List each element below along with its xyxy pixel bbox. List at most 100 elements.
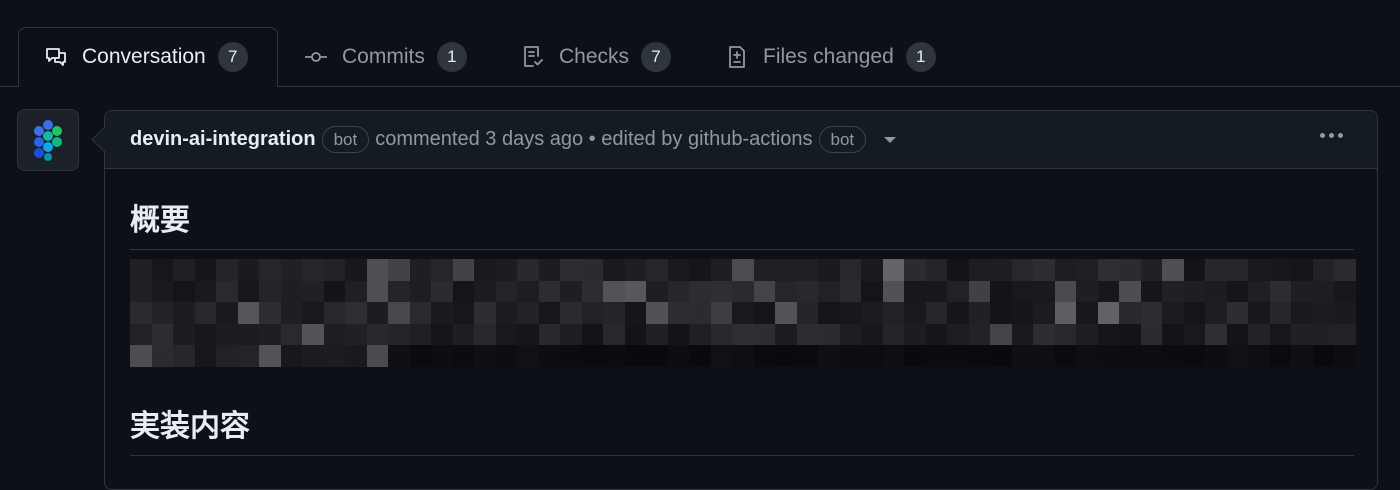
redacted-pixel	[1334, 259, 1356, 281]
redacted-pixel	[689, 302, 711, 324]
tab-counter: 1	[436, 42, 467, 72]
redacted-pixel	[452, 323, 475, 346]
redacted-pixel	[646, 302, 668, 324]
redacted-pixel	[1140, 302, 1163, 324]
redacted-pixel	[1291, 302, 1313, 324]
redacted-pixel	[1248, 302, 1270, 324]
redacted-pixel	[968, 302, 991, 324]
redacted-pixel	[1162, 302, 1184, 324]
redacted-pixel	[775, 280, 797, 303]
redacted-pixel	[646, 259, 668, 281]
redacted-pixel	[216, 345, 238, 367]
redacted-pixel	[237, 259, 260, 281]
redacted-pixel	[409, 345, 432, 367]
redacted-pixel	[1312, 302, 1335, 324]
redacted-pixel	[710, 259, 733, 281]
redacted-pixel	[689, 323, 711, 346]
tab-label: Files changed	[763, 45, 894, 68]
redacted-pixel	[861, 280, 883, 303]
redacted-pixel	[1076, 323, 1098, 346]
redacted-pixel	[581, 302, 604, 324]
redacted-pixel	[280, 259, 303, 281]
redacted-pixel	[667, 259, 690, 281]
redacted-pixel	[345, 323, 367, 346]
redacted-pixel	[1291, 280, 1313, 303]
redacted-pixel	[216, 259, 238, 281]
redacted-pixel	[495, 323, 518, 346]
redacted-pixel	[1226, 259, 1249, 281]
redacted-pixel	[1291, 259, 1313, 281]
redacted-pixel	[1183, 259, 1206, 281]
redacted-pixel	[925, 302, 948, 324]
redacted-pixel	[689, 345, 711, 367]
redacted-pixel	[603, 345, 625, 367]
redacted-pixel	[560, 259, 582, 281]
redacted-pixel	[904, 280, 926, 303]
comment-timestamp[interactable]: commented 3 days ago	[375, 128, 583, 151]
redacted-pixel	[1312, 323, 1335, 346]
redacted-pixel	[861, 302, 883, 324]
redacted-pixel	[710, 302, 733, 324]
redacted-pixel	[818, 302, 840, 324]
redacted-pixel	[1248, 345, 1270, 367]
redacted-pixel	[280, 345, 303, 367]
redacted-pixel	[753, 323, 776, 346]
redacted-pixel	[646, 323, 668, 346]
redacted-pixel	[1097, 345, 1120, 367]
redacted-pixel	[366, 259, 389, 281]
redacted-pixel	[603, 259, 625, 281]
redacted-pixel	[1162, 280, 1184, 303]
redacted-pixel	[581, 259, 604, 281]
redacted-pixel	[323, 280, 346, 303]
redacted-pixel	[560, 280, 582, 303]
comment-options-button[interactable]	[1316, 129, 1347, 142]
redacted-pixel	[1162, 345, 1184, 367]
redacted-pixel	[431, 345, 453, 367]
comment-header: devin-ai-integration bot commented 3 day…	[105, 111, 1377, 169]
redacted-pixel	[1226, 280, 1249, 303]
tab-commits[interactable]: Commits 1	[304, 27, 467, 87]
redacted-pixel	[173, 302, 195, 324]
tab-conversation[interactable]: Conversation 7	[18, 27, 278, 87]
redacted-pixel	[689, 280, 711, 303]
redacted-pixel	[753, 280, 776, 303]
comment-author[interactable]: devin-ai-integration	[130, 128, 316, 151]
redacted-pixel	[323, 345, 346, 367]
redacted-pixel	[1269, 259, 1292, 281]
redacted-pixel	[151, 323, 174, 346]
redacted-pixel	[775, 323, 797, 346]
redacted-pixel	[1097, 280, 1120, 303]
redacted-pixel	[667, 302, 690, 324]
redacted-pixel	[130, 323, 152, 346]
redacted-pixel	[1226, 302, 1249, 324]
avatar[interactable]	[17, 109, 79, 171]
redacted-pixel	[452, 345, 475, 367]
redacted-pixel	[151, 280, 174, 303]
redacted-pixel	[1205, 302, 1227, 324]
redacted-pixel	[839, 280, 862, 303]
redacted-pixel	[1054, 280, 1077, 303]
redacted-pixel	[1162, 259, 1184, 281]
redacted-pixel	[366, 280, 389, 303]
redacted-pixel	[474, 259, 496, 281]
tab-files-changed[interactable]: Files changed 1	[725, 27, 936, 87]
redacted-pixel	[1033, 280, 1055, 303]
redacted-pixel	[1097, 259, 1120, 281]
redacted-pixel	[775, 302, 797, 324]
redacted-pixel	[1291, 345, 1313, 367]
redacted-pixel	[560, 345, 582, 367]
edited-by-link[interactable]: edited by github-actions	[601, 128, 812, 151]
edit-history-dropdown[interactable]	[884, 136, 897, 143]
redacted-pixel	[796, 323, 819, 346]
redacted-pixel	[194, 302, 217, 324]
redacted-pixel	[409, 280, 432, 303]
redacted-pixel	[1205, 345, 1227, 367]
tab-checks[interactable]: Checks 7	[521, 27, 672, 87]
redacted-pixel	[323, 302, 346, 324]
redacted-pixel	[452, 302, 475, 324]
redacted-pixel	[1183, 302, 1206, 324]
redacted-pixel	[216, 280, 238, 303]
redacted-pixel	[1011, 259, 1034, 281]
redacted-pixel	[280, 302, 303, 324]
redacted-pixel	[990, 323, 1012, 346]
